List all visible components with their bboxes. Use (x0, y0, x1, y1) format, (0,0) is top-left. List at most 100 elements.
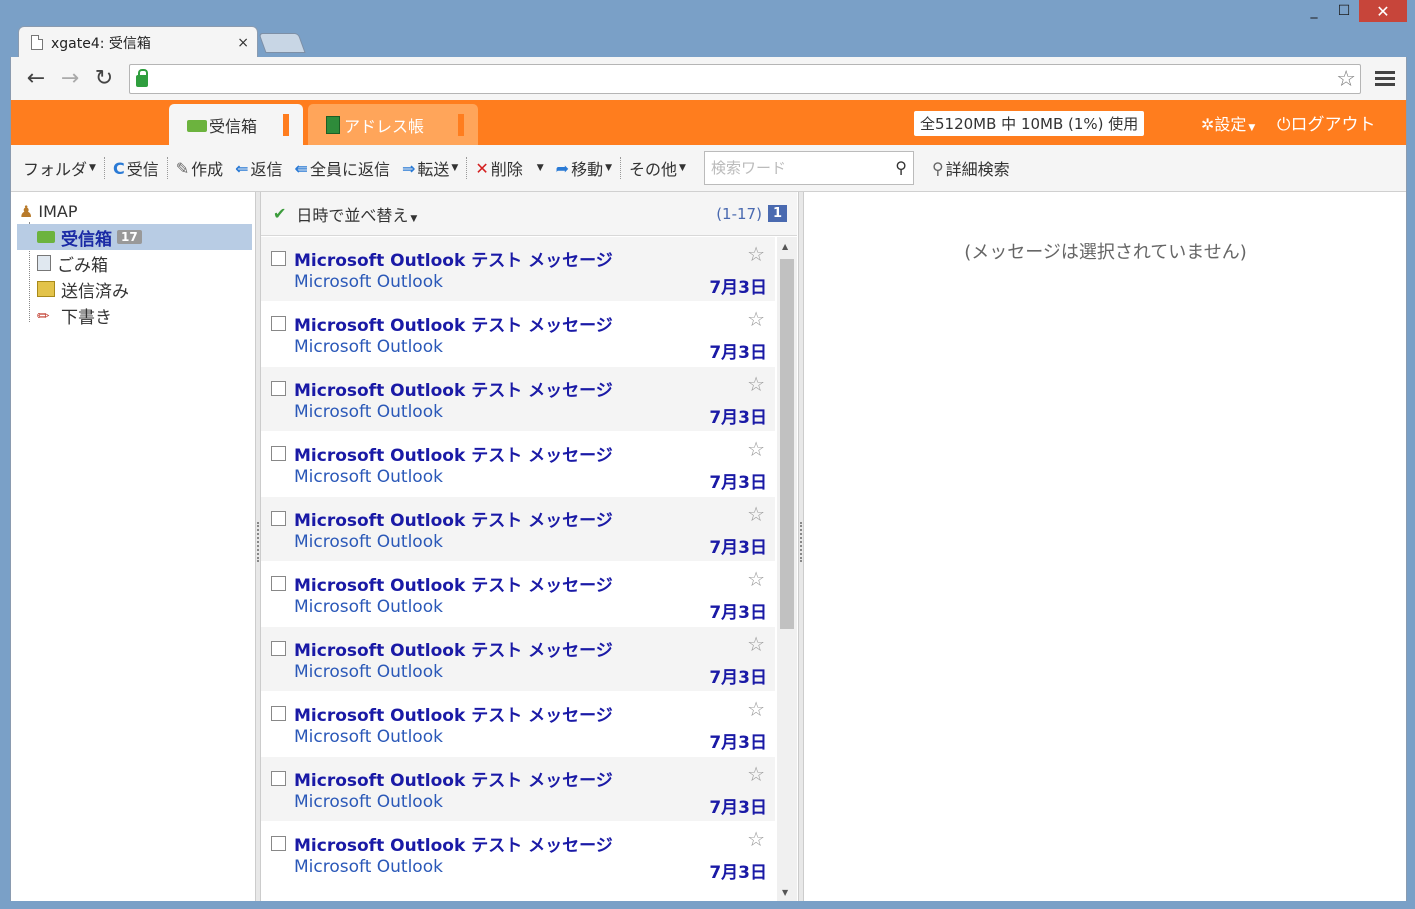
settings-menu[interactable]: ✲設定 ▼ (1201, 111, 1255, 135)
star-icon[interactable]: ☆ (747, 567, 765, 591)
right-splitter[interactable] (798, 192, 804, 901)
message-checkbox[interactable] (271, 381, 286, 396)
folder-trash[interactable]: ごみ箱 (17, 250, 252, 276)
message-sender: Microsoft Outlook (294, 272, 443, 292)
logout-button[interactable]: ⏻ログアウト (1277, 110, 1375, 135)
receive-label: 受信 (126, 160, 159, 179)
browser-menu-icon[interactable] (1375, 71, 1395, 86)
chevron-down-icon: ▼ (1248, 123, 1256, 133)
scroll-down-icon[interactable]: ▼ (782, 888, 788, 897)
close-window-button[interactable]: ✕ (1359, 0, 1407, 22)
star-icon[interactable]: ☆ (747, 762, 765, 786)
message-subject: Microsoft Outlook テスト メッセージ (294, 771, 613, 791)
message-row[interactable]: Microsoft Outlook テスト メッセージ Microsoft Out… (261, 757, 775, 822)
browser-tab[interactable]: xgate4: 受信箱 × (18, 26, 258, 58)
message-checkbox[interactable] (271, 446, 286, 461)
message-date: 7月3日 (709, 733, 767, 753)
delete-label: 削除 (490, 160, 523, 179)
folder-menu-button[interactable]: フォルダ ▼ (17, 156, 102, 180)
maximize-button[interactable]: ☐ (1329, 0, 1359, 22)
folder-trash-label: ごみ箱 (57, 255, 108, 276)
compose-label: 作成 (191, 160, 224, 179)
message-sender: Microsoft Outlook (294, 402, 443, 422)
minimize-button[interactable]: _ (1299, 0, 1329, 22)
receive-button[interactable]: C 受信 (107, 156, 165, 180)
other-menu-button[interactable]: その他 ▼ (623, 156, 692, 180)
message-checkbox[interactable] (271, 836, 286, 851)
message-row[interactable]: Microsoft Outlook テスト メッセージ Microsoft Out… (261, 367, 775, 432)
gear-icon: ✲ (1201, 115, 1215, 134)
star-icon[interactable]: ☆ (747, 502, 765, 526)
message-row[interactable]: Microsoft Outlook テスト メッセージ Microsoft Out… (261, 692, 775, 757)
advanced-search-button[interactable]: ⚲ 詳細検索 (926, 156, 1016, 180)
star-icon[interactable]: ☆ (747, 697, 765, 721)
search-icon[interactable]: ⚲ (895, 158, 907, 177)
message-row[interactable]: Microsoft Outlook テスト メッセージ Microsoft Out… (261, 302, 775, 367)
page-number[interactable]: 1 (767, 205, 787, 222)
folder-drafts[interactable]: ✏ 下書き (17, 302, 252, 328)
storage-usage: 全5120MB 中 10MB (1%) 使用 (914, 111, 1145, 136)
star-icon[interactable]: ☆ (747, 242, 765, 266)
message-date: 7月3日 (709, 538, 767, 558)
message-date: 7月3日 (709, 408, 767, 428)
reply-all-icon: ⇚ (294, 158, 308, 178)
star-icon[interactable]: ☆ (747, 632, 765, 656)
new-tab-button[interactable] (258, 33, 306, 53)
move-button[interactable]: ➦ 移動 ▼ (550, 156, 618, 180)
bookmark-star-icon[interactable]: ☆ (1336, 67, 1356, 92)
message-checkbox[interactable] (271, 576, 286, 591)
reply-all-button[interactable]: ⇚ 全員に返信 (289, 156, 396, 180)
chevron-down-icon: ▼ (89, 163, 96, 173)
chevron-down-icon: ▼ (451, 163, 459, 173)
tab-close-icon[interactable]: × (237, 35, 249, 51)
folder-sent[interactable]: 送信済み (17, 276, 252, 302)
divider (466, 157, 468, 179)
checkmark-icon: ✔ (273, 204, 287, 223)
message-subject: Microsoft Outlook テスト メッセージ (294, 446, 613, 466)
message-row[interactable]: Microsoft Outlook テスト メッセージ Microsoft Out… (261, 562, 775, 627)
sort-menu[interactable]: 日時で並べ替え ▼ (296, 202, 417, 226)
forward-icon[interactable]: → (53, 66, 87, 91)
message-checkbox[interactable] (271, 511, 286, 526)
message-row[interactable]: Microsoft Outlook テスト メッセージ Microsoft Out… (261, 432, 775, 497)
advanced-search-label: 詳細検索 (945, 160, 1010, 179)
tab-address-book[interactable]: アドレス帳 (308, 104, 478, 145)
star-icon[interactable]: ☆ (747, 372, 765, 396)
delete-button[interactable]: ✕ 削除 (469, 156, 528, 180)
forward-button[interactable]: ⇒ 転送 ▼ (396, 156, 464, 180)
grip-icon (257, 522, 259, 562)
search-input[interactable] (710, 159, 881, 177)
tab-inbox[interactable]: 受信箱 (169, 104, 303, 145)
star-icon[interactable]: ☆ (747, 307, 765, 331)
back-icon[interactable]: ← (19, 66, 53, 91)
compose-button[interactable]: ✎ 作成 (170, 156, 229, 180)
scroll-thumb[interactable] (780, 259, 794, 629)
message-row[interactable]: Microsoft Outlook テスト メッセージ Microsoft Out… (261, 237, 775, 302)
message-checkbox[interactable] (271, 251, 286, 266)
message-row[interactable]: Microsoft Outlook テスト メッセージ Microsoft Out… (261, 822, 775, 887)
command-bar: フォルダ ▼ C 受信 ✎ 作成 ⇐ 返信 ⇚ 全員に返信 ⇒ 転送 ▼ ✕ 削除 ▼ ➦ 移動 ▼… (11, 145, 1406, 192)
account-root[interactable]: ♟ IMAP (19, 202, 77, 221)
address-bar[interactable]: ☆ (129, 63, 1361, 94)
message-checkbox[interactable] (271, 706, 286, 721)
message-checkbox[interactable] (271, 316, 286, 331)
message-sender: Microsoft Outlook (294, 792, 443, 812)
message-row[interactable]: Microsoft Outlook テスト メッセージ Microsoft Out… (261, 627, 775, 692)
message-checkbox[interactable] (271, 771, 286, 786)
message-checkbox[interactable] (271, 641, 286, 656)
chevron-down-icon: ▼ (679, 163, 686, 173)
reply-label: 返信 (250, 160, 283, 179)
window-controls: _ ☐ ✕ (1299, 0, 1407, 28)
message-row[interactable]: Microsoft Outlook テスト メッセージ Microsoft Out… (261, 497, 775, 562)
reply-button[interactable]: ⇐ 返信 (229, 156, 288, 180)
reload-icon[interactable]: ↻ (87, 66, 121, 91)
scroll-up-icon[interactable]: ▲ (782, 242, 788, 251)
star-icon[interactable]: ☆ (747, 437, 765, 461)
message-subject: Microsoft Outlook テスト メッセージ (294, 836, 613, 856)
folder-inbox[interactable]: 受信箱 17 (17, 224, 252, 250)
preview-pane: (メッセージは選択されていません) (805, 192, 1406, 901)
no-message-selected-text: (メッセージは選択されていません) (964, 242, 1247, 263)
delete-menu-button[interactable]: ▼ (529, 163, 550, 173)
star-icon[interactable]: ☆ (747, 827, 765, 851)
message-list-scrollbar[interactable]: ▲ ▼ (777, 237, 797, 901)
